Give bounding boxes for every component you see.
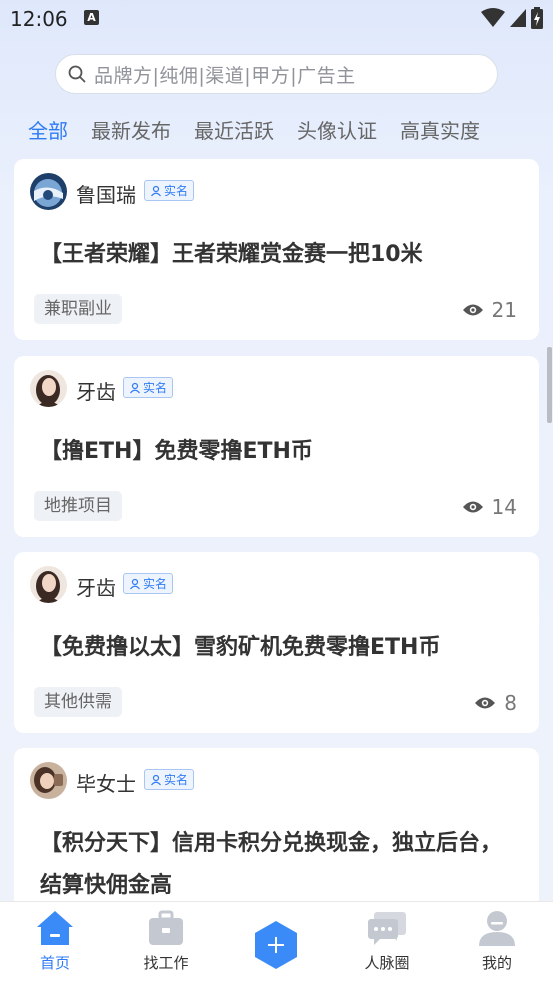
category-tag: 地推项目 [34,491,122,521]
avatar[interactable] [30,370,67,407]
verified-badge: 实名 [144,180,195,201]
verified-badge: 实名 [123,573,174,594]
status-bar: 12:06 A [0,0,553,38]
tab-authenticity[interactable]: 高真实度 [400,115,480,145]
nav-label: 找工作 [143,954,189,972]
wifi-icon [481,8,505,27]
badge-label: 实名 [164,773,189,787]
avatar[interactable] [30,173,67,210]
post-card[interactable]: 牙齿 实名 【免费撸以太】雪豹矿机免费零撸ETH币 其他供需 8 [14,552,539,733]
tab-avatar-verified[interactable]: 头像认证 [297,115,377,145]
view-count-value: 14 [491,495,517,519]
nav-label: 首页 [39,954,70,972]
chat-icon [368,912,406,945]
verified-badge: 实名 [123,377,174,398]
search-placeholder: 品牌方|纯佣|渠道|甲方|广告主 [94,64,356,87]
view-count: 8 [474,691,517,715]
plus-icon [255,921,297,969]
verified-badge: 实名 [144,769,195,790]
author-name: 毕女士 [76,772,136,796]
search-input[interactable]: 品牌方|纯佣|渠道|甲方|广告主 [55,54,498,94]
status-icons [481,6,543,30]
eye-icon [462,304,483,316]
battery-icon [531,7,543,29]
user-icon [130,382,140,393]
home-icon [37,911,73,945]
view-count: 21 [462,298,517,322]
user-icon [151,774,161,785]
post-card[interactable]: 牙齿 实名 【撸ETH】免费零撸ETH币 地推项目 14 [14,356,539,537]
author-name: 牙齿 [76,576,116,600]
view-count-value: 8 [504,691,517,715]
briefcase-icon [149,910,183,945]
badge-label: 实名 [143,381,168,395]
category-tag: 兼职副业 [34,294,122,324]
user-icon [151,185,161,196]
filter-tabs: 全部 最新发布 最近活跃 头像认证 高真实度 [28,115,503,145]
post-card[interactable]: 鲁国瑞 实名 【王者荣耀】王者荣耀赏金赛一把10米 兼职副业 21 [14,159,539,340]
eye-icon [475,697,496,709]
post-title[interactable]: 【积分天下】信用卡积分兑换现金，独立后台，结算快佣金高 [40,823,520,907]
tab-active[interactable]: 最近活跃 [194,115,274,145]
publish-button[interactable] [253,920,299,974]
nav-profile[interactable]: 我的 [452,908,542,973]
nav-home[interactable]: 首页 [10,908,100,973]
post-title[interactable]: 【王者荣耀】王者荣耀赏金赛一把10米 [40,234,520,276]
post-title[interactable]: 【撸ETH】免费零撸ETH币 [40,431,520,473]
category-tag: 其他供需 [34,687,122,717]
view-count: 14 [462,495,517,519]
view-count-value: 21 [491,298,517,322]
nav-label: 我的 [481,954,512,972]
badge-label: 实名 [164,184,189,198]
tab-latest[interactable]: 最新发布 [91,115,171,145]
search-icon [68,65,86,83]
badge-label: 实名 [143,577,168,591]
nav-jobs[interactable]: 找工作 [121,908,211,973]
avatar[interactable] [30,566,67,603]
eye-icon [462,501,483,513]
post-title[interactable]: 【免费撸以太】雪豹矿机免费零撸ETH币 [40,627,520,669]
status-time: 12:06 [10,7,68,31]
scrollbar[interactable] [547,347,552,423]
author-name: 牙齿 [76,380,116,404]
signal-icon [510,9,526,27]
user-icon [130,578,140,589]
bottom-nav: 首页 找工作 人脉圈 我的 [0,901,553,984]
nav-label: 人脉圈 [364,954,410,972]
user-icon [479,911,515,946]
notification-icon: A [84,10,99,25]
nav-network[interactable]: 人脉圈 [342,908,432,973]
author-name: 鲁国瑞 [76,183,136,207]
avatar[interactable] [30,762,67,799]
tab-all[interactable]: 全部 [28,115,68,145]
